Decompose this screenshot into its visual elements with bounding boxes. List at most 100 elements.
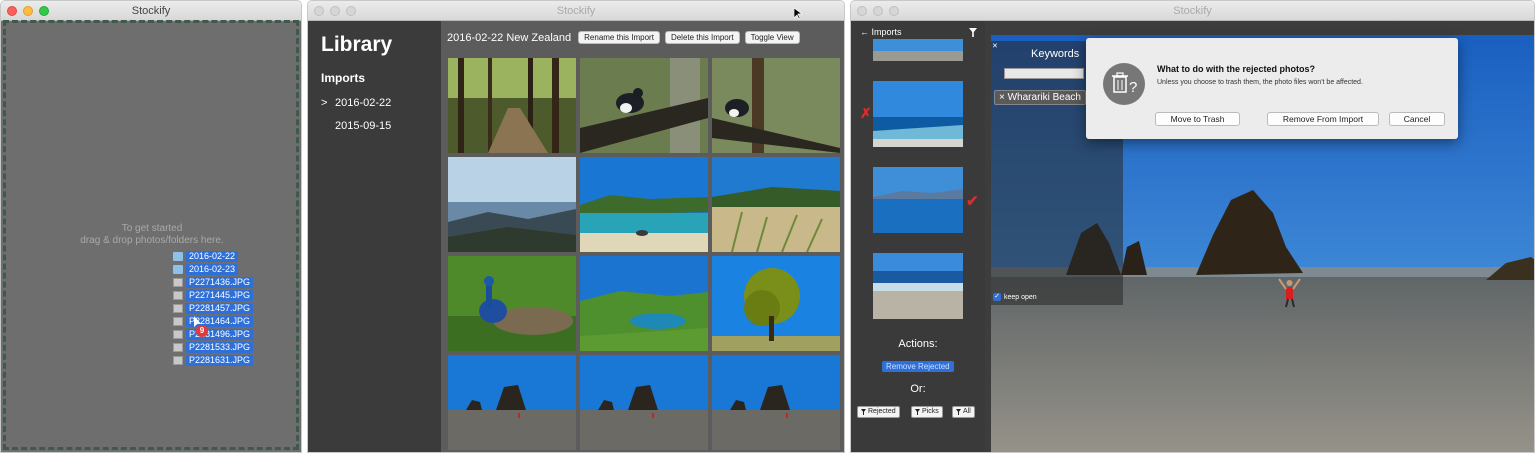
filmstrip-sidebar: ← Imports ✗ ✔ Actions: Remove Rejected O… xyxy=(851,21,985,452)
filter-label: Rejected xyxy=(868,408,896,415)
toggle-view-button[interactable]: Toggle View xyxy=(744,31,800,44)
peacock-photo xyxy=(448,256,576,351)
svg-text:?: ? xyxy=(1129,79,1137,96)
sidebar-import-item[interactable]: >2016-02-22 xyxy=(321,97,391,109)
imports-heading: Imports xyxy=(321,71,366,85)
photo-grid xyxy=(448,58,840,450)
close-icon[interactable]: ✕ xyxy=(992,42,998,50)
dragged-items[interactable]: 2016-02-22 2016-02-23 P2271436.JPG P2271… xyxy=(173,250,254,367)
photo-thumbnail[interactable] xyxy=(712,157,840,252)
actions-label: Actions: xyxy=(898,338,938,350)
drag-item: P2281464.JPG xyxy=(173,315,254,328)
filter-all-button[interactable]: All xyxy=(952,406,975,418)
image-file-icon xyxy=(173,291,183,300)
image-file-icon xyxy=(173,356,183,365)
selected-marker: > xyxy=(321,97,328,109)
drop-hint-line-2: drag & drop photos/folders here. xyxy=(80,235,224,246)
drag-item-label: P2271445.JPG xyxy=(186,290,254,301)
drag-item-label: P2281631.JPG xyxy=(186,355,254,366)
rejected-x-icon[interactable]: ✗ xyxy=(860,105,872,122)
rename-import-button[interactable]: Rename this Import xyxy=(578,31,660,44)
remove-from-import-button[interactable]: Remove From Import xyxy=(1267,112,1379,126)
filter-icon xyxy=(956,409,961,415)
filter-rejected-button[interactable]: Rejected xyxy=(857,406,900,418)
pointer-cursor-icon xyxy=(794,8,802,19)
keywords-title: Keywords xyxy=(1031,48,1080,60)
photo-thumbnail[interactable] xyxy=(712,58,840,153)
library-sidebar: Library Imports >2016-02-22 2015-09-15 xyxy=(308,21,441,452)
filter-label: Picks xyxy=(922,408,939,415)
folder-icon xyxy=(173,252,183,261)
titlebar[interactable]: Stockify xyxy=(1,1,301,21)
image-file-icon xyxy=(173,317,183,326)
keep-open-checkbox[interactable]: ✓ keep open xyxy=(993,293,1037,301)
import-title: 2016-02-22 New Zealand xyxy=(447,31,572,44)
drag-item: 2016-02-22 xyxy=(173,250,253,263)
back-to-imports-link[interactable]: ← Imports xyxy=(860,27,902,37)
bird-on-branch-photo xyxy=(580,58,708,153)
filmstrip-thumbnail[interactable] xyxy=(873,167,963,233)
photo-thumbnail[interactable] xyxy=(580,157,708,252)
titlebar[interactable]: Stockify xyxy=(851,1,1534,21)
window-drop-zone: Stockify To get started drag & drop phot… xyxy=(0,0,302,453)
cancel-button[interactable]: Cancel xyxy=(1389,112,1445,126)
drag-item: P2281533.JPG xyxy=(173,341,254,354)
photo-thumbnail[interactable] xyxy=(448,256,576,351)
titlebar[interactable]: Stockify xyxy=(308,1,844,21)
photo-thumbnail[interactable] xyxy=(448,355,576,450)
keyword-input[interactable] xyxy=(1004,68,1084,79)
drop-hint-line-1: To get started xyxy=(121,223,183,234)
rock-beach-photo xyxy=(712,355,840,450)
photo-thumbnail[interactable] xyxy=(448,157,576,252)
photo-thumbnail[interactable] xyxy=(448,58,576,153)
filter-icon[interactable] xyxy=(969,28,977,37)
drop-hint: To get started drag & drop photos/folder… xyxy=(1,223,301,247)
dialog-title: What to do with the rejected photos? xyxy=(1157,64,1315,74)
drag-item: 2016-02-23 xyxy=(173,263,253,276)
window-library: Stockify Library Imports >2016-02-22 201… xyxy=(307,0,845,453)
lake-vista-photo xyxy=(448,157,576,252)
round-tree-photo xyxy=(712,256,840,351)
photo-thumbnail[interactable] xyxy=(712,256,840,351)
filmstrip-thumbnail[interactable] xyxy=(873,39,963,61)
move-to-trash-button[interactable]: Move to Trash xyxy=(1155,112,1240,126)
import-content: 2016-02-22 New Zealand Rename this Impor… xyxy=(441,21,844,452)
filmstrip-thumbnail[interactable] xyxy=(873,253,963,319)
drag-item-label: P2281457.JPG xyxy=(186,303,254,314)
beach-waves-photo xyxy=(873,253,963,319)
beach-photo xyxy=(873,39,963,61)
import-label: 2016-02-22 xyxy=(335,97,392,109)
photo-thumbnail[interactable] xyxy=(712,355,840,450)
drag-item: P2281631.JPG xyxy=(173,354,254,367)
filmstrip-thumbnail[interactable] xyxy=(873,81,963,147)
drag-item-label: P2271436.JPG xyxy=(186,277,254,288)
window-title: Stockify xyxy=(556,5,596,17)
window-photo-review: Stockify ← Imports ✗ ✔ Actions: Remove R… xyxy=(850,0,1535,453)
drag-item: P2271445.JPG xyxy=(173,289,254,302)
keyword-tag[interactable]: × Wharariki Beach xyxy=(994,90,1086,105)
rejected-photos-dialog: ? What to do with the rejected photos? U… xyxy=(1086,38,1458,139)
keep-open-label: keep open xyxy=(1004,293,1037,301)
drag-item-label: 2016-02-22 xyxy=(186,251,239,262)
photo-thumbnail[interactable] xyxy=(580,256,708,351)
drag-item: P2271436.JPG xyxy=(173,276,254,289)
picked-check-icon[interactable]: ✔ xyxy=(966,192,979,210)
drag-item: P2281457.JPG xyxy=(173,302,254,315)
image-file-icon xyxy=(173,343,183,352)
bird-on-branch-photo xyxy=(712,58,840,153)
ocean-photo xyxy=(873,167,963,233)
photo-thumbnail[interactable] xyxy=(580,58,708,153)
remove-rejected-button[interactable]: Remove Rejected xyxy=(882,361,954,372)
filter-picks-button[interactable]: Picks xyxy=(911,406,943,418)
checkbox-checked-icon: ✓ xyxy=(993,293,1001,301)
trash-question-icon: ? xyxy=(1103,63,1145,105)
filter-label: All xyxy=(963,408,971,415)
dune-grass-photo xyxy=(712,157,840,252)
photo-thumbnail[interactable] xyxy=(580,355,708,450)
drag-item: P2281496.JPG xyxy=(173,328,254,341)
or-label: Or: xyxy=(910,383,926,395)
delete-import-button[interactable]: Delete this Import xyxy=(664,31,740,44)
image-file-icon xyxy=(173,278,183,287)
rock-beach-photo xyxy=(448,355,576,450)
sidebar-import-item[interactable]: 2015-09-15 xyxy=(321,120,391,132)
